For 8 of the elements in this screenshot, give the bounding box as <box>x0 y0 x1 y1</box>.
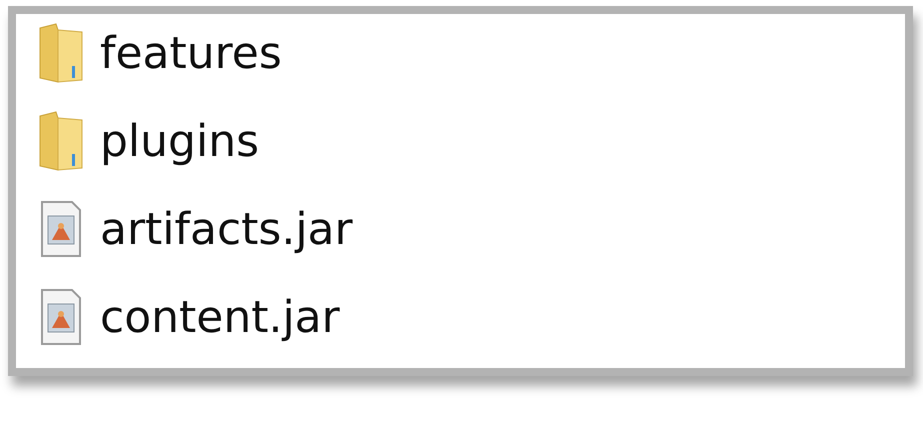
folder-icon <box>38 110 84 172</box>
file-icon <box>38 198 84 260</box>
file-name[interactable]: features <box>100 28 282 78</box>
file-name[interactable]: plugins <box>100 116 260 166</box>
file-name[interactable]: content.jar <box>100 292 340 342</box>
file-icon <box>38 286 84 348</box>
folder-icon <box>38 22 84 84</box>
file-name[interactable]: artifacts.jar <box>100 204 353 254</box>
